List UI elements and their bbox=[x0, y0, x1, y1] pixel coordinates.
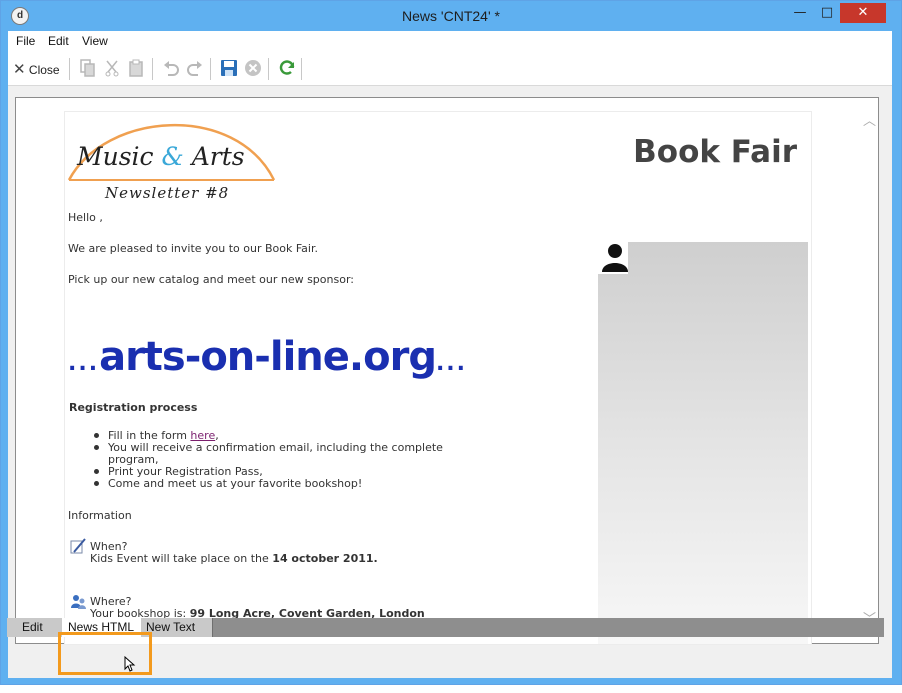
list-item: Come and meet us at your favorite booksh… bbox=[92, 478, 462, 490]
logo-music: Music bbox=[77, 142, 154, 171]
logo-text: Music & Arts bbox=[77, 142, 245, 171]
side-image-panel bbox=[598, 242, 808, 644]
refresh-button[interactable] bbox=[278, 59, 296, 79]
toolbar-separator bbox=[69, 58, 70, 80]
sponsor-dots-left: ... bbox=[68, 351, 100, 376]
close-window-button[interactable]: ✕ bbox=[840, 3, 886, 23]
undo-icon bbox=[164, 61, 179, 76]
toolbar: ✕ Close bbox=[8, 53, 892, 86]
registration-steps: Fill in the form here, You will receive … bbox=[92, 430, 462, 490]
newsletter-logo: Music & Arts Newsletter #8 bbox=[65, 112, 280, 207]
paste-button[interactable] bbox=[128, 59, 144, 79]
when-date: 14 october 2011. bbox=[272, 552, 378, 565]
greeting-text: Hello , bbox=[68, 211, 103, 224]
refresh-icon bbox=[279, 60, 295, 75]
redo-icon bbox=[187, 61, 202, 76]
title-bar[interactable]: d News 'CNT24' * — □ ✕ bbox=[1, 1, 901, 31]
when-line: Kids Event will take place on the 14 oct… bbox=[90, 552, 378, 565]
sponsor-dots-right: ... bbox=[435, 351, 468, 376]
sponsor-banner[interactable]: ...arts-on-line.org... bbox=[68, 334, 467, 380]
newsletter-page: Music & Arts Newsletter #8 Book Fair Hel… bbox=[64, 111, 812, 645]
information-heading: Information bbox=[68, 509, 132, 522]
toolbar-separator bbox=[301, 58, 302, 80]
cut-icon bbox=[105, 60, 119, 77]
html-preview[interactable]: Music & Arts Newsletter #8 Book Fair Hel… bbox=[15, 97, 879, 645]
vertical-scrollbar[interactable]: ︿ ﹀ bbox=[861, 98, 878, 643]
close-button[interactable]: ✕ Close bbox=[13, 59, 60, 79]
selection-highlight bbox=[58, 632, 152, 675]
page-heading: Book Fair bbox=[633, 134, 797, 170]
cut-button[interactable] bbox=[104, 59, 120, 79]
list-item: You will receive a confirmation email, i… bbox=[92, 442, 462, 466]
sponsor-name: arts-on-line.org bbox=[99, 334, 437, 380]
logo-subtitle: Newsletter #8 bbox=[105, 184, 230, 202]
close-button-label: Close bbox=[28, 63, 60, 77]
pickup-text: Pick up our new catalog and meet our new… bbox=[68, 273, 354, 286]
client-area: File Edit View ✕ Close Music & Arts News… bbox=[8, 31, 892, 678]
maximize-button[interactable]: □ bbox=[813, 3, 841, 23]
copy-button[interactable] bbox=[80, 59, 96, 79]
scroll-up-icon[interactable]: ︿ bbox=[863, 110, 876, 129]
when-text: Kids Event will take place on the bbox=[90, 552, 273, 565]
calendar-pen-icon bbox=[70, 538, 86, 554]
copy-icon bbox=[80, 59, 95, 77]
paste-icon bbox=[129, 59, 143, 77]
menu-file[interactable]: File bbox=[16, 34, 35, 48]
save-button[interactable] bbox=[220, 59, 238, 79]
redo-button[interactable] bbox=[186, 59, 204, 79]
registration-title: Registration process bbox=[69, 401, 198, 414]
menu-bar: File Edit View bbox=[8, 31, 892, 53]
menu-view[interactable]: View bbox=[82, 34, 108, 48]
minimize-button[interactable]: — bbox=[786, 3, 814, 23]
window-title: News 'CNT24' * bbox=[402, 8, 500, 24]
cancel-icon bbox=[245, 60, 261, 76]
mouse-cursor-icon bbox=[124, 656, 136, 672]
cancel-button[interactable] bbox=[244, 59, 262, 79]
toolbar-separator bbox=[210, 58, 211, 80]
window-frame: d News 'CNT24' * — □ ✕ File Edit View ✕ … bbox=[0, 0, 902, 685]
undo-button[interactable] bbox=[162, 59, 180, 79]
menu-edit[interactable]: Edit bbox=[48, 34, 69, 48]
logo-amp: & bbox=[161, 142, 184, 171]
invite-text: We are pleased to invite you to our Book… bbox=[68, 242, 318, 255]
logo-arts: Arts bbox=[191, 142, 245, 171]
people-icon bbox=[71, 595, 86, 609]
toolbar-separator bbox=[268, 58, 269, 80]
person-silhouette-icon bbox=[602, 244, 628, 272]
tab-edit[interactable]: Edit bbox=[7, 618, 63, 637]
close-icon: ✕ bbox=[13, 60, 26, 78]
toolbar-separator bbox=[152, 58, 153, 80]
save-icon bbox=[221, 60, 237, 76]
